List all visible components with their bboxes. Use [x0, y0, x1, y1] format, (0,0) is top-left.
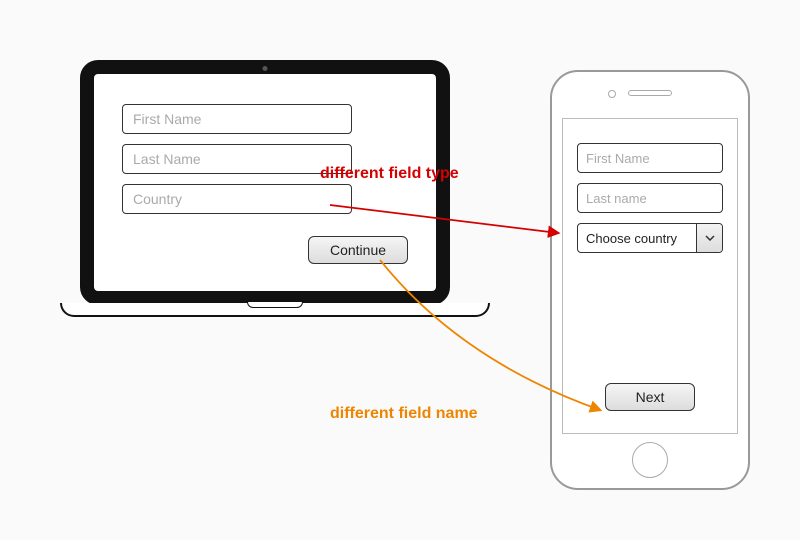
input-placeholder: Country — [133, 191, 182, 207]
phone-speaker-icon — [628, 90, 672, 96]
button-label: Continue — [330, 242, 386, 258]
phone-screen: First Name Last name Choose country Next — [562, 118, 738, 434]
annotation-field-name: different field name — [330, 405, 478, 423]
phone-camera-icon — [608, 90, 616, 98]
input-placeholder: First Name — [133, 111, 201, 127]
laptop-notch — [247, 302, 303, 308]
next-button[interactable]: Next — [605, 383, 695, 411]
chevron-down-icon — [705, 235, 715, 241]
country-input[interactable]: Country — [122, 184, 352, 214]
laptop-camera-icon — [263, 66, 268, 71]
phone-form: First Name Last name Choose country Next — [563, 119, 737, 433]
phone-home-button-icon — [632, 442, 668, 478]
annotation-field-type: different field type — [320, 165, 459, 183]
first-name-input[interactable]: First Name — [577, 143, 723, 173]
dropdown-toggle[interactable] — [696, 224, 722, 252]
select-label: Choose country — [578, 224, 696, 252]
input-placeholder: Last name — [586, 191, 647, 206]
country-select[interactable]: Choose country — [577, 223, 723, 253]
last-name-input[interactable]: Last Name — [122, 144, 352, 174]
laptop-base — [60, 303, 490, 317]
continue-button[interactable]: Continue — [308, 236, 408, 264]
laptop-mockup: First Name Last Name Country Continue — [60, 60, 470, 317]
input-placeholder: First Name — [586, 151, 650, 166]
last-name-input[interactable]: Last name — [577, 183, 723, 213]
phone-mockup: First Name Last name Choose country Next — [550, 70, 750, 490]
button-label: Next — [636, 389, 665, 405]
first-name-input[interactable]: First Name — [122, 104, 352, 134]
input-placeholder: Last Name — [133, 151, 201, 167]
